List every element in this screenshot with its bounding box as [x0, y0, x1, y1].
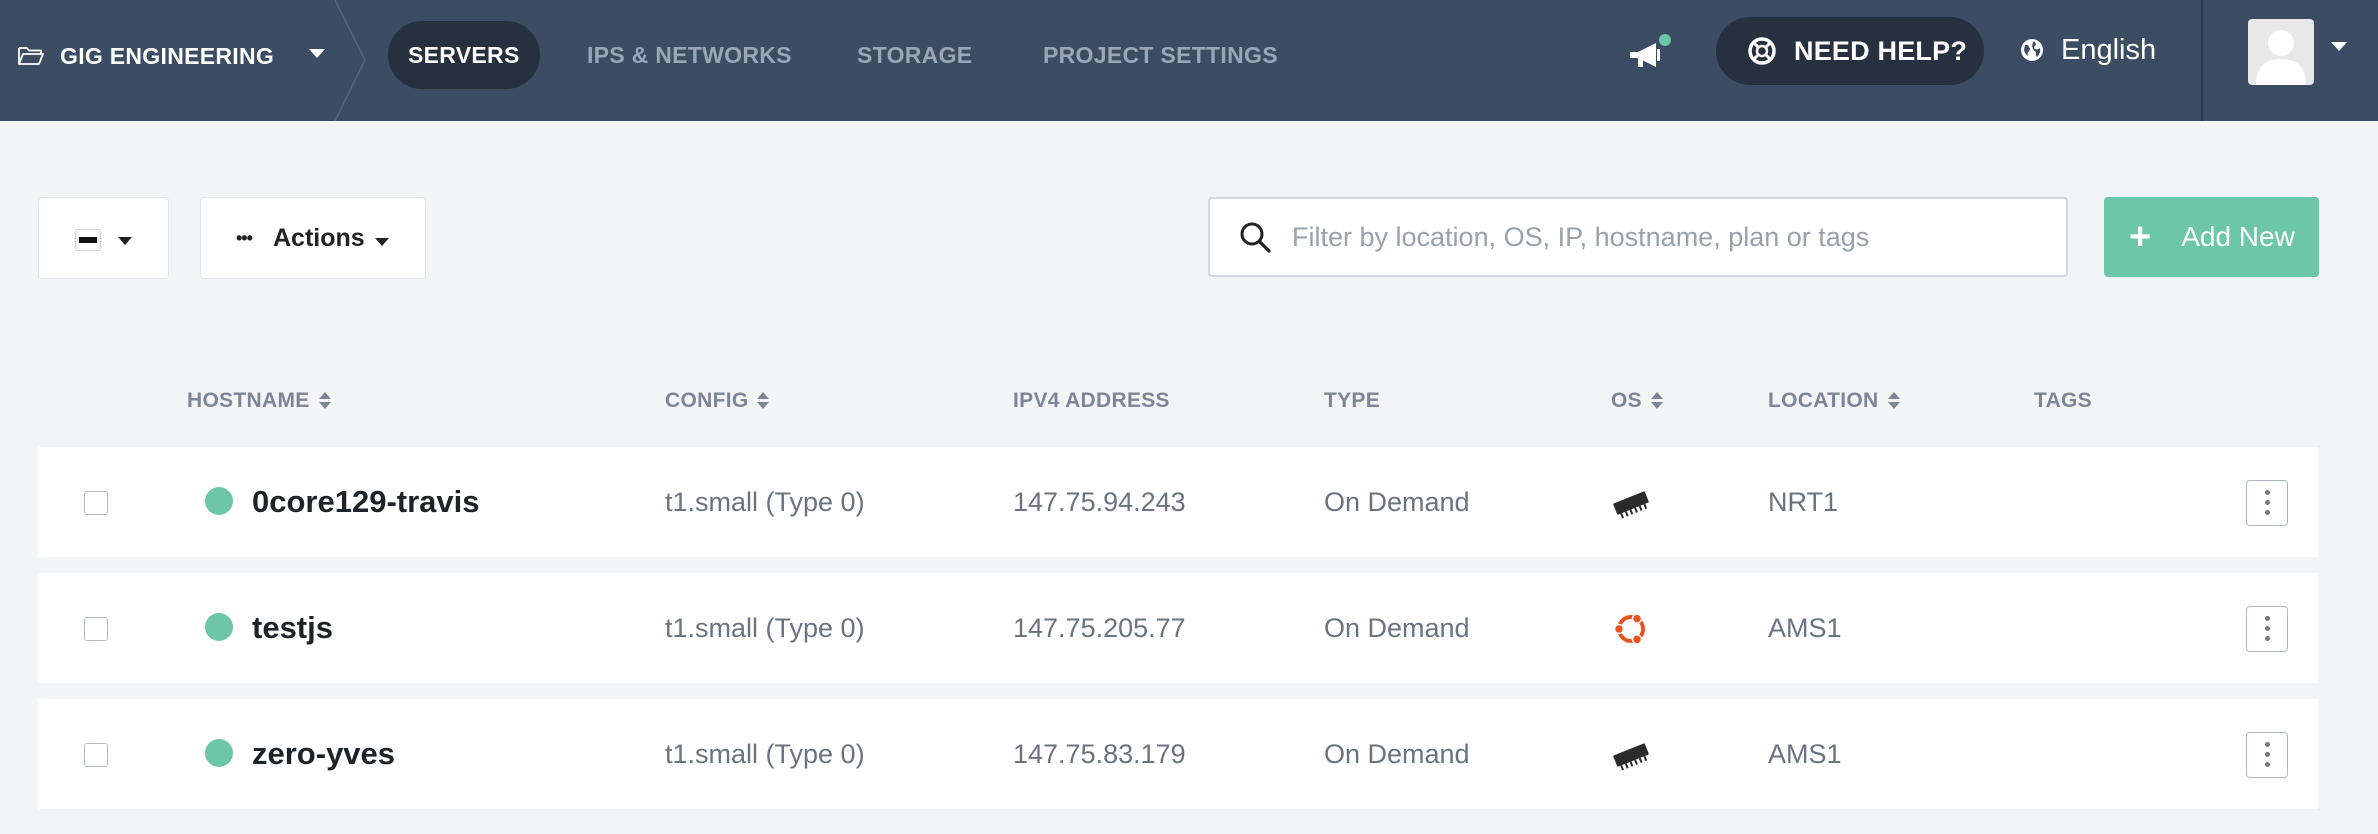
folder-open-icon: [18, 47, 44, 65]
type-cell: On Demand: [1324, 739, 1470, 769]
status-indicator: [205, 487, 233, 515]
table-row[interactable]: testjs t1.small (Type 0) 147.75.205.77 O…: [38, 573, 2318, 683]
need-help-label: NEED HELP?: [1794, 35, 1968, 66]
column-label: TYPE: [1324, 389, 1381, 412]
hostname-link[interactable]: zero-yves: [252, 736, 395, 772]
tab-servers[interactable]: SERVERS: [388, 21, 540, 89]
location-cell: NRT1: [1768, 487, 1839, 517]
row-checkbox[interactable]: [84, 743, 108, 767]
sort-icon: [318, 391, 331, 411]
filter-search-box[interactable]: [1208, 197, 2068, 277]
config-cell: t1.small (Type 0): [665, 613, 865, 643]
column-label: LOCATION: [1768, 389, 1879, 412]
hostname-link[interactable]: 0core129-travis: [252, 484, 480, 520]
row-checkbox[interactable]: [84, 491, 108, 515]
row-menu-button[interactable]: [2246, 732, 2288, 778]
avatar[interactable]: [2248, 19, 2314, 85]
actions-dropdown[interactable]: ••• Actions: [200, 197, 426, 279]
add-new-label: Add New: [2181, 221, 2295, 252]
table-row[interactable]: zero-yves t1.small (Type 0) 147.75.83.17…: [38, 699, 2318, 809]
tab-project-settings[interactable]: PROJECT SETTINGS: [1043, 21, 1278, 89]
top-navbar: GIG ENGINEERING SERVERS IPS & NETWORKS S…: [0, 0, 2378, 121]
column-header-os[interactable]: OS: [1611, 389, 1663, 413]
chevron-down-icon: [375, 238, 389, 246]
column-header-tags: TAGS: [2034, 389, 2092, 413]
bulk-select-dropdown[interactable]: [38, 197, 169, 279]
type-cell: On Demand: [1324, 613, 1470, 643]
project-switcher[interactable]: GIG ENGINEERING: [18, 38, 325, 74]
ipv4-cell: 147.75.94.243: [1013, 487, 1186, 517]
chevron-down-icon: [118, 237, 132, 245]
tab-ips-networks[interactable]: IPS & NETWORKS: [587, 21, 792, 89]
hostname-link[interactable]: testjs: [252, 610, 333, 646]
sort-icon: [1887, 391, 1900, 411]
add-new-button[interactable]: + Add New: [2104, 197, 2319, 277]
row-menu-button[interactable]: [2246, 480, 2288, 526]
row-menu-button[interactable]: [2246, 606, 2288, 652]
column-label: HOSTNAME: [187, 389, 310, 412]
chip-icon: [1613, 743, 1649, 771]
status-indicator: [205, 613, 233, 641]
more-horizontal-icon: •••: [236, 228, 253, 248]
ubuntu-icon: [1613, 613, 1645, 645]
search-input[interactable]: [1292, 221, 2032, 253]
column-label: TAGS: [2034, 389, 2092, 412]
language-label: English: [2061, 33, 2157, 66]
language-selector[interactable]: English: [2020, 30, 2156, 70]
project-name: GIG ENGINEERING: [60, 42, 275, 69]
config-cell: t1.small (Type 0): [665, 739, 865, 769]
ipv4-cell: 147.75.205.77: [1013, 613, 1186, 643]
column-label: IPV4 ADDRESS: [1013, 389, 1170, 412]
column-label: CONFIG: [665, 389, 749, 412]
notification-dot: [1659, 34, 1671, 46]
chevron-down-icon[interactable]: [309, 49, 325, 58]
location-cell: AMS1: [1768, 739, 1842, 769]
column-label: OS: [1611, 389, 1642, 412]
location-cell: AMS1: [1768, 613, 1842, 643]
column-header-config[interactable]: CONFIG: [665, 389, 770, 413]
globe-icon: [2021, 39, 2043, 61]
column-header-type: TYPE: [1324, 389, 1380, 413]
table-row[interactable]: 0core129-travis t1.small (Type 0) 147.75…: [38, 447, 2318, 557]
chip-icon: [1613, 491, 1649, 519]
ipv4-cell: 147.75.83.179: [1013, 739, 1186, 769]
user-silhouette-icon: [2256, 30, 2306, 85]
search-icon: [1240, 222, 1271, 253]
column-header-location[interactable]: LOCATION: [1768, 389, 1900, 413]
plus-icon: +: [2129, 216, 2152, 258]
nav-divider: [2201, 0, 2203, 121]
config-cell: t1.small (Type 0): [665, 487, 865, 517]
sort-icon: [1650, 391, 1663, 411]
row-checkbox[interactable]: [84, 617, 108, 641]
type-cell: On Demand: [1324, 487, 1470, 517]
tab-storage[interactable]: STORAGE: [857, 21, 972, 89]
sort-icon: [757, 391, 770, 411]
need-help-button[interactable]: NEED HELP?: [1716, 17, 1984, 85]
account-menu-chevron-icon[interactable]: [2331, 42, 2347, 51]
column-header-ipv4: IPV4 ADDRESS: [1013, 389, 1170, 413]
select-all-checkbox[interactable]: [75, 229, 101, 251]
megaphone-icon[interactable]: [1626, 34, 1672, 74]
status-indicator: [205, 739, 233, 767]
column-header-hostname[interactable]: HOSTNAME: [187, 389, 331, 413]
actions-label: Actions: [273, 224, 365, 252]
breadcrumb-divider: [334, 0, 366, 121]
lifebuoy-icon: [1748, 37, 1776, 65]
